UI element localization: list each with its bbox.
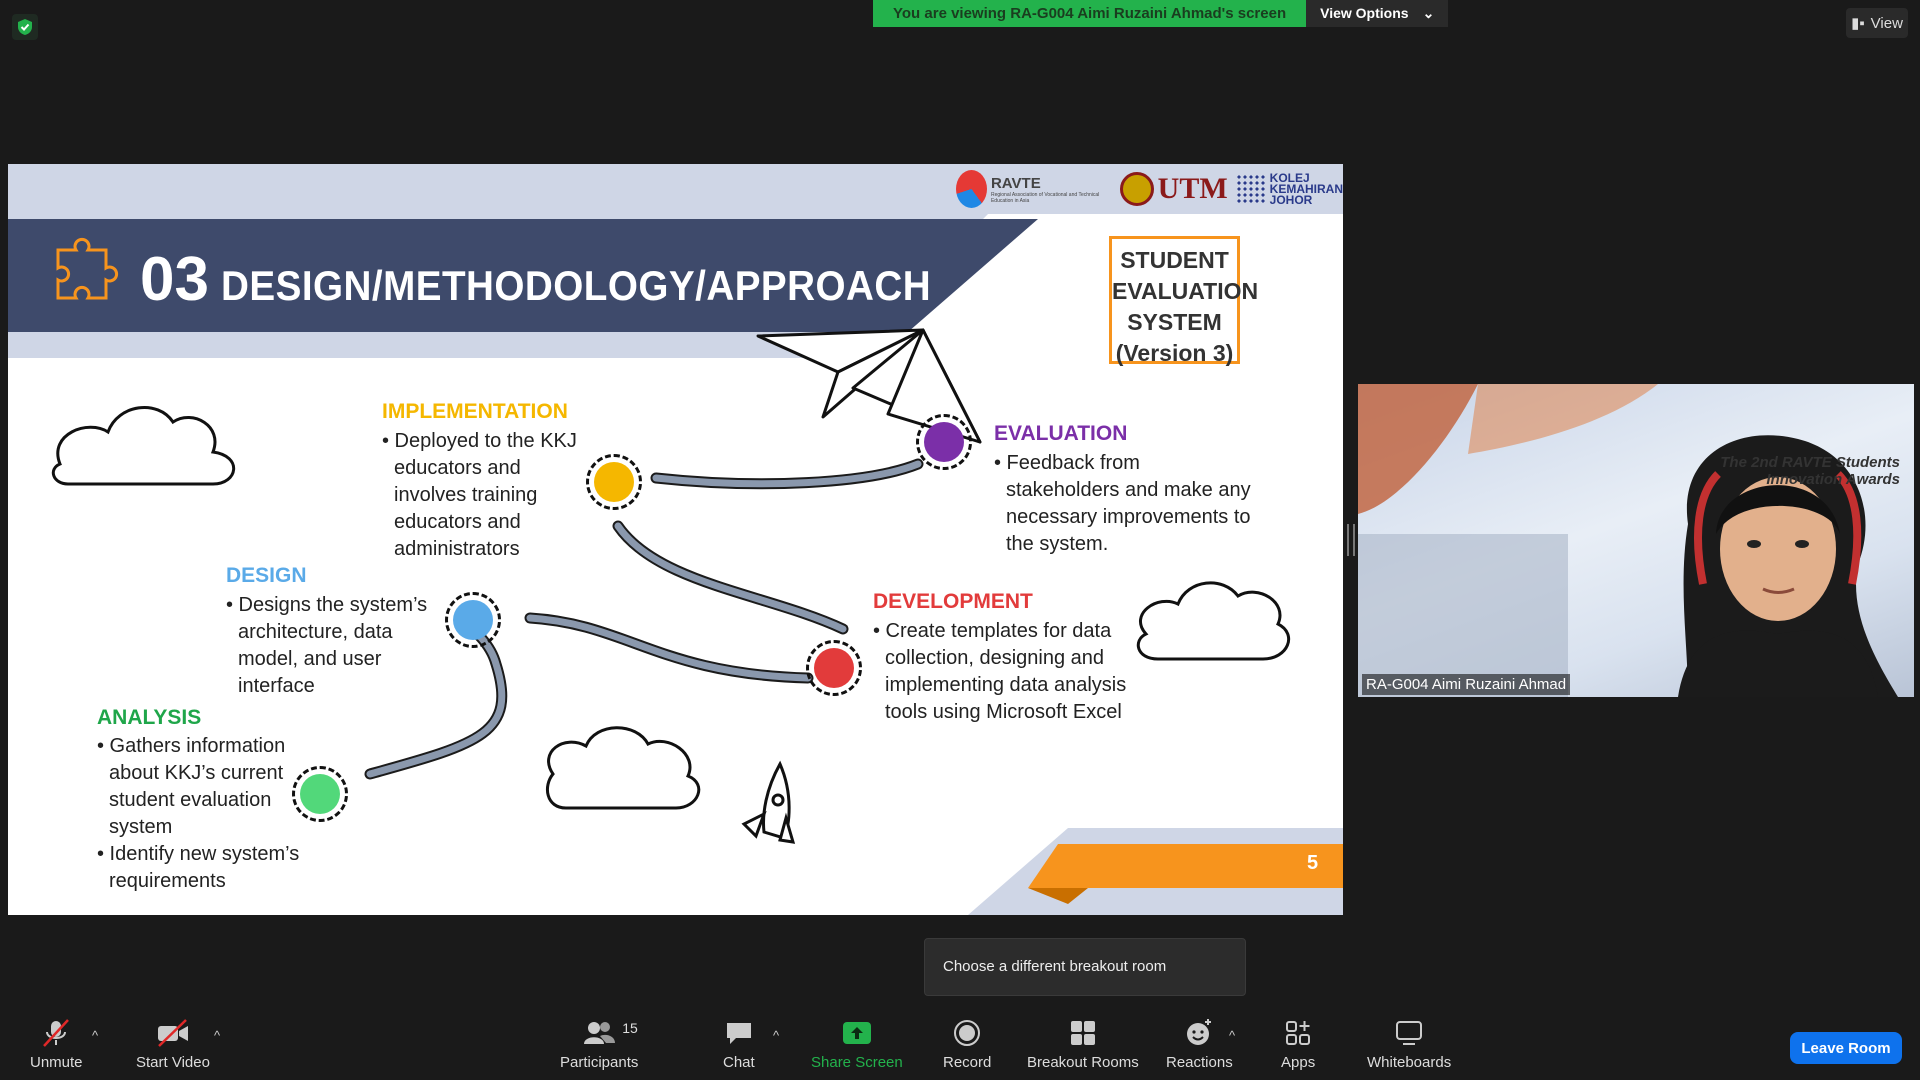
view-button[interactable]: ▮▪ View (1846, 8, 1908, 38)
video-camera-off-icon (156, 1018, 190, 1048)
kkj-logo-mark (1235, 174, 1266, 204)
design-text: • Designs the system’s architecture, dat… (226, 594, 428, 697)
view-options-button[interactable]: View Options ⌄ (1306, 0, 1449, 27)
analysis-text: • Gathers information about KKJ’s curren… (97, 735, 300, 892)
backdrop-text: The 2nd RAVTE Students Innovation Awards (1720, 454, 1900, 488)
section-title: DESIGN/METHODOLOGY/APPROACH (220, 262, 932, 309)
development-title: DEVELOPMENT (873, 590, 1033, 613)
whiteboard-icon (1394, 1018, 1424, 1048)
share-screen-icon (842, 1018, 872, 1048)
reactions-button[interactable]: Reactions (1166, 1018, 1233, 1071)
reactions-label: Reactions (1166, 1054, 1233, 1071)
chat-label: Chat (723, 1054, 755, 1071)
design-node (445, 592, 501, 648)
security-shield-icon[interactable] (12, 14, 38, 40)
ravte-logo: RAVTE Regional Association of Vocational … (956, 170, 1112, 208)
screen-share-banner: You are viewing RA-G004 Aimi Ruzaini Ahm… (873, 0, 1449, 27)
ravte-logo-mark (956, 170, 987, 208)
breakout-room-tooltip: Choose a different breakout room (924, 938, 1246, 996)
student-evaluation-system-box: STUDENT EVALUATION SYSTEM (Version 3) (1109, 236, 1258, 366)
section-number: 03 (140, 245, 209, 314)
view-label: View (1870, 14, 1903, 32)
microphone-muted-icon (41, 1018, 71, 1048)
start-video-label: Start Video (136, 1054, 210, 1071)
apps-button[interactable]: Apps (1281, 1018, 1315, 1071)
implementation-node (586, 454, 642, 510)
apps-label: Apps (1281, 1054, 1316, 1071)
analysis-title: ANALYSIS (97, 706, 202, 729)
utm-logo: UTM (1119, 172, 1228, 206)
evaluation-title: EVALUATION (994, 422, 1128, 445)
participants-button[interactable]: 15 Participants (560, 1018, 638, 1071)
kkj-logo: KOLEJ KEMAHIRAN JOHOR (1235, 172, 1343, 206)
whiteboards-label: Whiteboards (1367, 1054, 1452, 1071)
record-button[interactable]: Record (943, 1018, 991, 1071)
slide-title: 03 DESIGN/METHODOLOGY/APPROACH (140, 244, 993, 315)
view-options-label: View Options (1320, 5, 1409, 21)
chat-bubble-icon (724, 1018, 754, 1048)
reactions-options-caret-icon[interactable]: ^ (1229, 1028, 1235, 1043)
analysis-node (292, 766, 348, 822)
breakout-rooms-button[interactable]: Breakout Rooms (1027, 1018, 1139, 1071)
unmute-button[interactable]: Unmute (30, 1018, 83, 1071)
record-label: Record (943, 1054, 992, 1071)
chevron-down-icon: ⌄ (1422, 5, 1435, 21)
evaluation-node (916, 414, 972, 470)
rocket-icon (741, 760, 796, 844)
participants-count: 15 (622, 1020, 638, 1036)
share-screen-label: Share Screen (811, 1054, 903, 1071)
breakout-rooms-grid-icon (1068, 1018, 1098, 1048)
participant-video-tile[interactable]: The 2nd RAVTE Students Innovation Awards… (1358, 384, 1914, 697)
design-title: DESIGN (226, 564, 307, 587)
start-video-button[interactable]: Start Video (136, 1018, 210, 1071)
leave-room-button[interactable]: Leave Room (1790, 1032, 1902, 1064)
record-icon (952, 1018, 982, 1048)
split-view-drag-handle[interactable] (1347, 524, 1355, 556)
participants-label: Participants (560, 1054, 639, 1071)
apps-icon (1283, 1018, 1313, 1048)
implementation-title: IMPLEMENTATION (382, 400, 568, 423)
meeting-toolbar: Unmute ^ Start Video ^ 15 Participants C… (0, 1010, 1920, 1080)
unmute-label: Unmute (30, 1054, 83, 1071)
video-frame (1358, 384, 1898, 697)
shared-slide: 03 DESIGN/METHODOLOGY/APPROACH RAVTE Regi… (8, 164, 1343, 915)
viewing-screen-label: You are viewing RA-G004 Aimi Ruzaini Ahm… (873, 0, 1307, 27)
evaluation-text: • Feedback from stakeholders and make an… (994, 452, 1251, 555)
share-screen-button[interactable]: Share Screen (811, 1018, 903, 1071)
view-layout-icon: ▮▪ (1851, 15, 1865, 32)
breakout-rooms-label: Breakout Rooms (1027, 1054, 1139, 1071)
reactions-smiley-icon (1184, 1018, 1214, 1048)
implementation-text: • Deployed to the KKJ educators and invo… (382, 430, 577, 560)
participant-name-label: RA-G004 Aimi Ruzaini Ahmad (1362, 674, 1571, 695)
development-node (806, 640, 862, 696)
video-options-caret-icon[interactable]: ^ (214, 1028, 220, 1043)
slide-page-number: 5 (1307, 852, 1319, 874)
chat-options-caret-icon[interactable]: ^ (773, 1028, 779, 1043)
development-text: • Create templates for data collection, … (873, 620, 1127, 723)
participants-icon: 15 (582, 1018, 638, 1048)
partner-logos: RAVTE Regional Association of Vocational … (956, 166, 1343, 212)
utm-seal-icon (1119, 172, 1154, 206)
whiteboards-button[interactable]: Whiteboards (1367, 1018, 1451, 1071)
chat-button[interactable]: Chat (723, 1018, 755, 1071)
audio-options-caret-icon[interactable]: ^ (92, 1028, 98, 1043)
